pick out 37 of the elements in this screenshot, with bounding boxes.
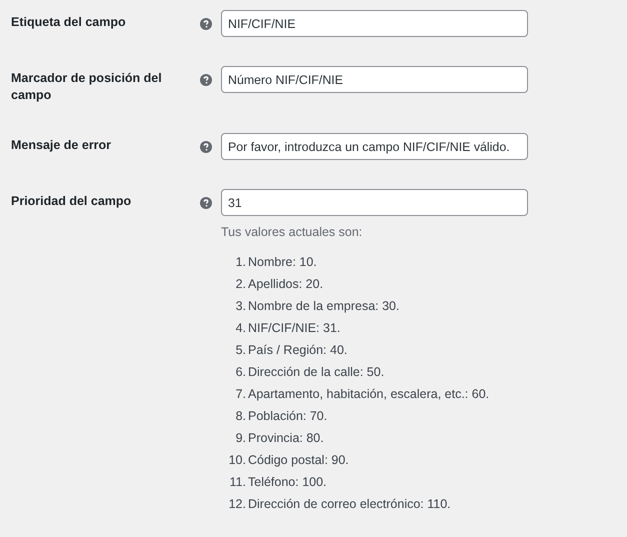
- list-number: 3.: [234, 299, 246, 313]
- list-number: 7.: [234, 387, 246, 401]
- text-input[interactable]: Por favor, introduzca un campo NIF/CIF/NIE válido.: [221, 133, 528, 160]
- list-number: 6.: [234, 365, 246, 379]
- help-icon[interactable]: [200, 18, 212, 30]
- list-number: 4.: [234, 321, 246, 335]
- list-number: 11.: [228, 475, 246, 489]
- list-number: 8.: [234, 409, 246, 423]
- list-number: 2.: [234, 277, 246, 291]
- description-text: Tus valores actuales son:: [221, 224, 364, 241]
- help-icon[interactable]: [200, 74, 212, 86]
- field-label: Etiqueta del campo: [11, 14, 127, 31]
- list-item-text: Apartamento, habitación, escalera, etc.: 60.: [248, 387, 490, 401]
- list-item-text: Población: 70.: [248, 409, 328, 423]
- help-icon[interactable]: [200, 141, 212, 153]
- list-item-text: Provincia: 80.: [248, 431, 324, 445]
- list-item-text: Nombre de la empresa: 30.: [248, 299, 400, 313]
- field-label: Mensaje de error: [11, 137, 112, 154]
- text-input[interactable]: 31: [221, 189, 528, 216]
- list-item-text: Código postal: 90.: [248, 453, 349, 467]
- help-icon[interactable]: [200, 197, 212, 209]
- list-number: 10.: [228, 453, 246, 467]
- list-item-text: Teléfono: 100.: [248, 475, 327, 489]
- list-item-text: Dirección de correo electrónico: 110.: [248, 497, 451, 511]
- text-input[interactable]: NIF/CIF/NIE: [221, 10, 528, 37]
- list-item-text: Apellidos: 20.: [248, 277, 324, 291]
- list-item-text: País / Región: 40.: [248, 343, 348, 357]
- list-number: 1.: [234, 255, 246, 269]
- list-number: 9.: [234, 431, 246, 445]
- field-label: Prioridad del campo: [11, 193, 132, 210]
- list-item-text: Nombre: 10.: [248, 255, 317, 269]
- list-number: 5.: [234, 343, 246, 357]
- text-input[interactable]: Número NIF/CIF/NIE: [221, 66, 528, 93]
- list-item-text: NIF/CIF/NIE: 31.: [248, 321, 340, 335]
- list-number: 12.: [228, 497, 246, 511]
- list-item-text: Dirección de la calle: 50.: [248, 365, 384, 379]
- field-label: Marcador de posición del campo: [11, 70, 163, 104]
